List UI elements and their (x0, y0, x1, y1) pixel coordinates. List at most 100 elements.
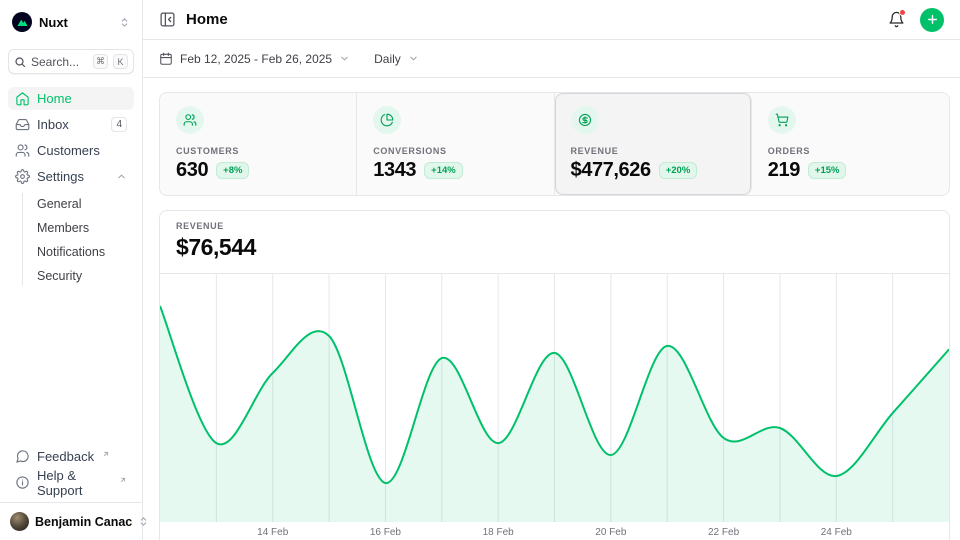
x-tick-label: 18 Feb (483, 527, 514, 538)
pie-chart-icon (373, 106, 401, 134)
sidebar-item-label: Inbox (37, 117, 69, 132)
sidebar-spacer (8, 288, 134, 432)
stat-label: ORDERS (768, 146, 933, 156)
calendar-icon (159, 52, 173, 66)
workspace-selector[interactable]: Nuxt (8, 8, 134, 36)
dollar-circle-icon (571, 106, 599, 134)
page-content: CUSTOMERS 630 +8% CONVERSIONS 1343 +14% REVENU… (143, 78, 960, 540)
chevron-up-icon (116, 171, 127, 182)
period-select[interactable]: Daily (374, 52, 419, 66)
sidebar-item-customers[interactable]: Customers (8, 139, 134, 162)
topbar: Home (143, 0, 960, 40)
notification-badge-dot (899, 9, 906, 16)
avatar (10, 512, 29, 531)
stat-value-row: 219 +15% (768, 159, 933, 182)
search-placeholder: Search... (31, 55, 88, 69)
chart-header: REVENUE $76,544 (160, 211, 949, 274)
stat-card-revenue[interactable]: REVENUE $477,626 +20% (555, 93, 752, 195)
chevron-down-icon (408, 53, 419, 64)
kbd-k-key: K (113, 54, 128, 69)
inbox-count-badge: 4 (111, 117, 127, 132)
stat-value: $477,626 (571, 159, 651, 182)
users-icon (15, 143, 30, 158)
sidebar-item-home[interactable]: Home (8, 87, 134, 110)
sidebar-item-feedback[interactable]: Feedback (8, 445, 134, 468)
sidebar-item-label: Help & Support (37, 468, 111, 498)
nuxt-logo-icon (12, 12, 32, 32)
stat-value-row: 630 +8% (176, 159, 340, 182)
sidebar-item-help-support[interactable]: Help & Support (8, 471, 134, 494)
sidebar-item-label: Home (37, 91, 72, 106)
stat-value-row: $477,626 +20% (571, 159, 735, 182)
sidebar-footer-nav: Feedback Help & Support (8, 445, 134, 494)
stats-row: CUSTOMERS 630 +8% CONVERSIONS 1343 +14% REVENU… (159, 92, 950, 196)
arrow-up-right-icon (102, 450, 110, 458)
stat-value: 1343 (373, 159, 416, 182)
sidebar-item-label: Settings (37, 169, 84, 184)
sidebar-nav: Home Inbox 4 Customers Settings General Member… (8, 87, 134, 288)
stat-label: REVENUE (571, 146, 735, 156)
stat-delta-badge: +20% (659, 162, 698, 179)
chevron-down-icon (339, 53, 350, 64)
chart-x-axis: 14 Feb 16 Feb 18 Feb 20 Feb 22 Feb 24 Feb (160, 522, 949, 540)
gear-icon (15, 169, 30, 184)
sidebar-item-inbox[interactable]: Inbox 4 (8, 113, 134, 136)
sidebar-subitem-security[interactable]: Security (23, 265, 134, 286)
x-tick-label: 16 Feb (370, 527, 401, 538)
x-tick-label: 20 Feb (595, 527, 626, 538)
notifications-button[interactable] (888, 11, 905, 28)
chart-value: $76,544 (176, 234, 933, 261)
x-tick-label: 14 Feb (257, 527, 288, 538)
main-area: Home Feb 12, 2025 - Feb 26, 2025 (143, 0, 960, 540)
stat-value-row: 1343 +14% (373, 159, 537, 182)
sidebar: Nuxt Search... ⌘ K Home Inbox 4 Customers Se… (0, 0, 143, 540)
sidebar-item-label: Customers (37, 143, 100, 158)
inbox-icon (15, 117, 30, 132)
stat-label: CUSTOMERS (176, 146, 340, 156)
stat-delta-badge: +8% (216, 162, 249, 179)
arrow-up-right-icon (119, 476, 127, 484)
revenue-chart-card: REVENUE $76,544 14 Feb 16 Feb 18 Feb 20 Feb… (159, 210, 950, 540)
revenue-area-chart[interactable] (160, 274, 949, 522)
sidebar-subitem-members[interactable]: Members (23, 217, 134, 238)
x-tick-label: 22 Feb (708, 527, 739, 538)
home-icon (15, 91, 30, 106)
stat-card-orders[interactable]: ORDERS 219 +15% (752, 93, 949, 195)
stat-delta-badge: +15% (808, 162, 847, 179)
users-icon (176, 106, 204, 134)
sidebar-subitem-general[interactable]: General (23, 193, 134, 214)
period-label: Daily (374, 52, 401, 66)
settings-sub-list: General Members Notifications Security (22, 193, 134, 286)
panel-left-close-icon (159, 11, 176, 28)
app-root: Nuxt Search... ⌘ K Home Inbox 4 Customers Se… (0, 0, 960, 540)
add-button[interactable] (920, 8, 944, 32)
stat-value: 630 (176, 159, 208, 182)
search-icon (14, 56, 26, 68)
filter-toolbar: Feb 12, 2025 - Feb 26, 2025 Daily (143, 40, 960, 78)
x-tick-label: 24 Feb (821, 527, 852, 538)
user-name: Benjamin Canac (35, 515, 132, 529)
sidebar-collapse-button[interactable] (159, 11, 176, 28)
kbd-cmd-key: ⌘ (93, 54, 108, 69)
stat-card-customers[interactable]: CUSTOMERS 630 +8% (160, 93, 357, 195)
stat-value: 219 (768, 159, 800, 182)
workspace-name: Nuxt (39, 15, 112, 30)
chat-icon (15, 449, 30, 464)
search-input[interactable]: Search... ⌘ K (8, 49, 134, 74)
info-icon (15, 475, 30, 490)
date-range-picker[interactable]: Feb 12, 2025 - Feb 26, 2025 (159, 52, 350, 66)
chart-title-label: REVENUE (176, 221, 933, 231)
user-menu[interactable]: Benjamin Canac (0, 502, 142, 540)
date-range-label: Feb 12, 2025 - Feb 26, 2025 (180, 52, 332, 66)
topbar-actions (888, 8, 944, 32)
plus-icon (926, 13, 939, 26)
area-chart-svg (160, 274, 949, 522)
stat-card-conversions[interactable]: CONVERSIONS 1343 +14% (357, 93, 554, 195)
chevron-updown-icon (119, 17, 130, 28)
sidebar-item-settings[interactable]: Settings (8, 165, 134, 188)
sidebar-item-label: Feedback (37, 449, 94, 464)
stat-delta-badge: +14% (424, 162, 463, 179)
sidebar-subitem-notifications[interactable]: Notifications (23, 241, 134, 262)
cart-icon (768, 106, 796, 134)
stat-label: CONVERSIONS (373, 146, 537, 156)
